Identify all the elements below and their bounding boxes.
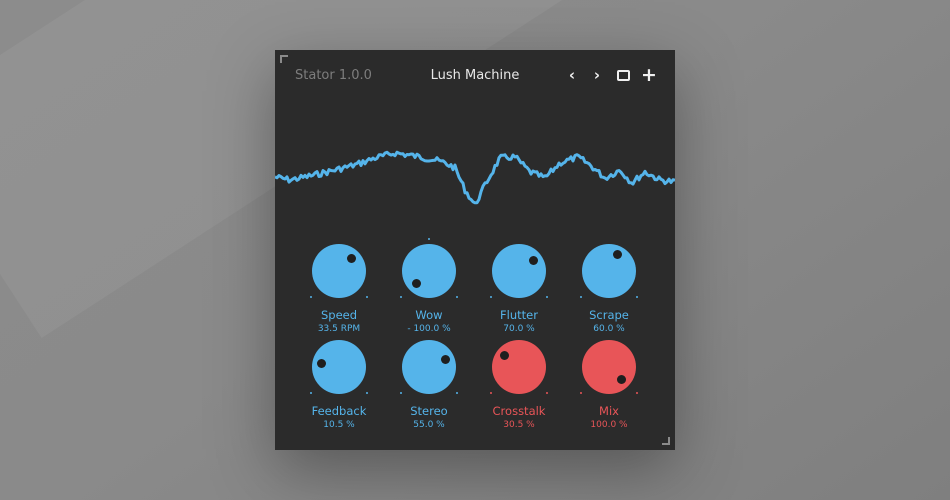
knob-range-tick [546, 392, 548, 394]
knob-range-tick [490, 296, 492, 298]
knob-dial[interactable] [490, 244, 548, 298]
waveform-line [275, 150, 675, 205]
knob-range-tick [490, 392, 492, 394]
knob-dial[interactable] [310, 244, 368, 298]
knob-value[interactable]: 10.5 % [294, 420, 384, 430]
knob-indicator [411, 279, 421, 289]
knob-label: Wow [415, 308, 443, 322]
knob-range-tick [580, 296, 582, 298]
knob-range-tick [310, 296, 312, 298]
knob-label: Stereo [410, 404, 448, 418]
knob-range-tick [400, 296, 402, 298]
knob-label: Feedback [311, 404, 367, 418]
knob-indicator [440, 354, 450, 364]
knob-dial[interactable] [400, 238, 458, 298]
knob-value[interactable]: 33.5 RPM [294, 324, 384, 334]
knob-mix[interactable]: Mix 100.0 % [564, 340, 654, 430]
knob-label: Crosstalk [492, 404, 546, 418]
knob-indicator [612, 250, 622, 260]
knob-indicator [347, 253, 357, 263]
knob-stereo[interactable]: Stereo 55.0 % [384, 340, 474, 430]
knob-range-tick [636, 296, 638, 298]
knob-dial[interactable] [580, 340, 638, 394]
knob-speed[interactable]: Speed 33.5 RPM [294, 244, 384, 334]
knob-center-tick [428, 238, 430, 240]
knob-value[interactable]: - 100.0 % [384, 324, 474, 334]
knob-indicator [316, 358, 326, 368]
knob-feedback[interactable]: Feedback 10.5 % [294, 340, 384, 430]
knob-range-tick [456, 392, 458, 394]
knob-range-tick [310, 392, 312, 394]
knob-flutter[interactable]: Flutter 70.0 % [474, 244, 564, 334]
knob-range-tick [546, 296, 548, 298]
knob-range-tick [366, 296, 368, 298]
knob-label: Speed [320, 308, 358, 322]
knob-dial[interactable] [580, 244, 638, 298]
knob-value[interactable]: 55.0 % [384, 420, 474, 430]
knob-range-tick [636, 392, 638, 394]
knob-indicator [500, 351, 510, 361]
knob-range-tick [400, 392, 402, 394]
knob-label: Flutter [500, 308, 538, 322]
knob-crosstalk[interactable]: Crosstalk 30.5 % [474, 340, 564, 430]
knob-indicator [617, 375, 627, 385]
plugin-panel: Stator 1.0.0 Lush Machine ‹ › + Speed 33.… [275, 50, 675, 450]
knob-label: Mix [599, 404, 619, 418]
knob-scrape[interactable]: Scrape 60.0 % [564, 244, 654, 334]
knob-range-tick [456, 296, 458, 298]
knob-dial[interactable] [400, 340, 458, 394]
knob-label: Scrape [589, 308, 629, 322]
knob-wow[interactable]: Wow - 100.0 % [384, 238, 474, 334]
knob-value[interactable]: 60.0 % [564, 324, 654, 334]
knob-dial[interactable] [490, 340, 548, 394]
knob-value[interactable]: 100.0 % [564, 420, 654, 430]
knob-dial[interactable] [310, 340, 368, 394]
knob-value[interactable]: 70.0 % [474, 324, 564, 334]
knob-indicator [529, 255, 539, 265]
knob-range-tick [580, 392, 582, 394]
knob-range-tick [366, 392, 368, 394]
knob-value[interactable]: 30.5 % [474, 420, 564, 430]
